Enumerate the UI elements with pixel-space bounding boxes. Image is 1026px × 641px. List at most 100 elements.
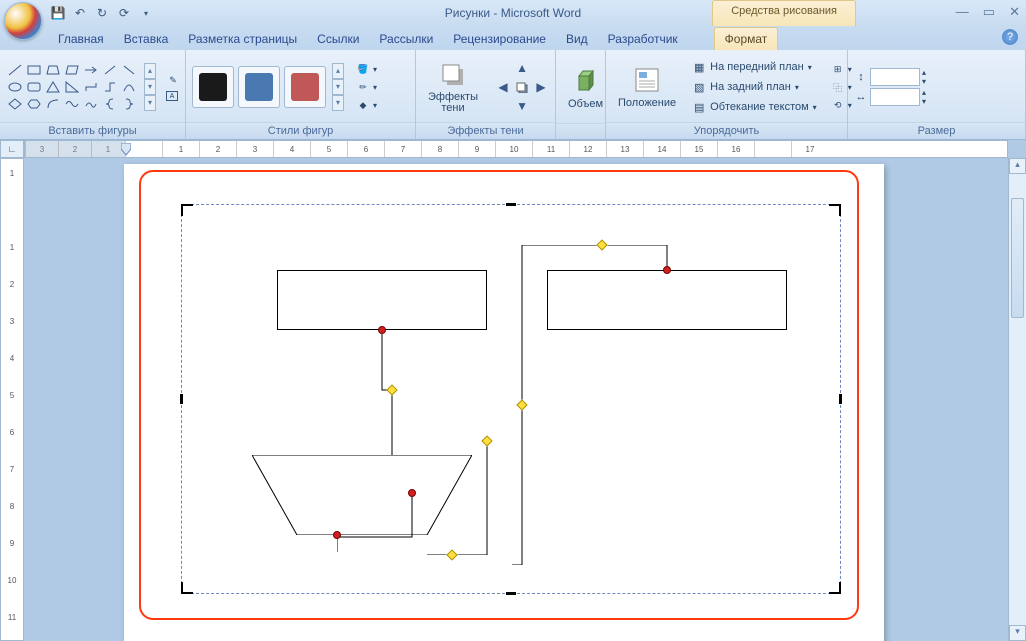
shape-ellipse-icon[interactable]: [6, 79, 24, 95]
sel-handle-r[interactable]: [839, 394, 842, 404]
shape-trap-icon[interactable]: [44, 62, 62, 78]
ruler-corner[interactable]: ∟: [0, 140, 24, 158]
height-input[interactable]: [870, 68, 920, 86]
tab-view[interactable]: Вид: [556, 28, 598, 50]
3d-effects-button[interactable]: Объем: [562, 64, 609, 112]
sel-corner-tl[interactable]: [181, 204, 193, 216]
nudge-down-icon[interactable]: ▼: [513, 97, 531, 115]
shape-diag2-icon[interactable]: [120, 62, 138, 78]
shadow-effects-button[interactable]: Эффекты тени: [422, 58, 484, 116]
shape-hex-icon[interactable]: [25, 96, 43, 112]
minimize-button[interactable]: —: [956, 4, 969, 20]
spin-down-icon[interactable]: ▾: [922, 97, 926, 106]
sel-handle-b[interactable]: [506, 592, 516, 595]
connect-node[interactable]: [333, 531, 341, 539]
tab-mailings[interactable]: Рассылки: [369, 28, 443, 50]
connect-node[interactable]: [408, 489, 416, 497]
shape-conn2-icon[interactable]: [101, 79, 119, 95]
help-button[interactable]: ?: [1002, 29, 1018, 45]
shape-brace2-icon[interactable]: [120, 96, 138, 112]
shape-conn-icon[interactable]: [82, 79, 100, 95]
drawing-canvas[interactable]: [139, 170, 859, 620]
shape-curve-icon[interactable]: [120, 79, 138, 95]
scroll-up-icon[interactable]: ▴: [1009, 158, 1026, 174]
bring-front-button[interactable]: ▦На передний план▾: [690, 58, 819, 76]
text-box-button[interactable]: A: [164, 90, 182, 102]
shadow-toggle-icon[interactable]: [513, 78, 531, 96]
width-spinner[interactable]: ↔▴▾: [854, 88, 926, 106]
shape-rect-icon[interactable]: [25, 62, 43, 78]
shape-rtri-icon[interactable]: [63, 79, 81, 95]
undo-icon[interactable]: ↶: [70, 3, 90, 23]
qat-customize-icon[interactable]: ▾: [136, 3, 156, 23]
shape-arc-icon[interactable]: [44, 96, 62, 112]
sel-corner-bl[interactable]: [181, 582, 193, 594]
width-input[interactable]: [870, 88, 920, 106]
vertical-ruler[interactable]: 11234567891011: [0, 158, 24, 641]
tab-developer[interactable]: Разработчик: [598, 28, 688, 50]
nudge-left-icon[interactable]: ◀: [494, 78, 512, 96]
shape-brace-icon[interactable]: [101, 96, 119, 112]
sel-corner-br[interactable]: [829, 582, 841, 594]
connector-3[interactable]: [427, 440, 497, 555]
maximize-button[interactable]: ▭: [983, 4, 995, 20]
connector-4[interactable]: [512, 245, 672, 565]
style-swatch-2[interactable]: [238, 66, 280, 108]
shape-arrow-icon[interactable]: [82, 62, 100, 78]
text-wrap-button[interactable]: ▤Обтекание текстом▾: [690, 98, 819, 116]
shape-roundrect-icon[interactable]: [25, 79, 43, 95]
horizontal-ruler[interactable]: 321 1234567891011121314151617: [24, 140, 1008, 158]
shape-wave-icon[interactable]: [63, 96, 81, 112]
shape-rectangle-1[interactable]: [277, 270, 487, 330]
gallery-more-icon[interactable]: ▾: [144, 95, 156, 111]
tab-home[interactable]: Главная: [48, 28, 114, 50]
sel-handle-t[interactable]: [506, 203, 516, 206]
repeat-icon[interactable]: ⟳: [114, 3, 134, 23]
shape-para-icon[interactable]: [63, 62, 81, 78]
scroll-thumb[interactable]: [1011, 198, 1024, 318]
close-button[interactable]: ✕: [1009, 4, 1020, 20]
save-icon[interactable]: 💾: [48, 3, 68, 23]
shape-line-icon[interactable]: [6, 62, 24, 78]
tab-page-layout[interactable]: Разметка страницы: [178, 28, 307, 50]
shape-tri-icon[interactable]: [44, 79, 62, 95]
style-swatch-1[interactable]: [192, 66, 234, 108]
selection-box[interactable]: [181, 204, 841, 594]
shape-fill-button[interactable]: 🪣▾: [354, 61, 379, 77]
shape-outline-button[interactable]: ✏▾: [354, 79, 379, 95]
shape-free-icon[interactable]: [82, 96, 100, 112]
shape-diamond-icon[interactable]: [6, 96, 24, 112]
gallery-up-icon[interactable]: ▴: [144, 63, 156, 79]
send-back-button[interactable]: ▧На задний план▾: [690, 78, 819, 96]
office-button[interactable]: [4, 2, 42, 40]
gallery-down-icon[interactable]: ▾: [144, 79, 156, 95]
shape-diag-icon[interactable]: [101, 62, 119, 78]
spin-up-icon[interactable]: ▴: [922, 88, 926, 97]
nudge-right-icon[interactable]: ▶: [532, 78, 550, 96]
edit-shape-button[interactable]: ✎: [164, 72, 182, 88]
redo-icon[interactable]: ↻: [92, 3, 112, 23]
connect-node[interactable]: [378, 326, 386, 334]
style-up-icon[interactable]: ▴: [332, 63, 344, 79]
scroll-down-icon[interactable]: ▾: [1009, 625, 1026, 641]
height-spinner[interactable]: ↕▴▾: [854, 68, 926, 86]
spin-up-icon[interactable]: ▴: [922, 68, 926, 77]
connect-node[interactable]: [663, 266, 671, 274]
document-scroll[interactable]: ▴ ▾: [24, 158, 1026, 641]
tab-insert[interactable]: Вставка: [114, 28, 179, 50]
tab-references[interactable]: Ссылки: [307, 28, 369, 50]
style-down-icon[interactable]: ▾: [332, 79, 344, 95]
indent-marker-icon[interactable]: [121, 143, 131, 157]
sel-handle-l[interactable]: [180, 394, 183, 404]
spin-down-icon[interactable]: ▾: [922, 77, 926, 86]
tab-review[interactable]: Рецензирование: [443, 28, 556, 50]
vertical-scrollbar[interactable]: ▴ ▾: [1008, 158, 1026, 641]
position-button[interactable]: Положение: [612, 63, 682, 111]
style-more-icon[interactable]: ▾: [332, 95, 344, 111]
nudge-up-icon[interactable]: ▲: [513, 59, 531, 77]
change-shape-button[interactable]: ◆▾: [354, 97, 379, 113]
tab-format[interactable]: Формат: [714, 27, 779, 50]
sel-corner-tr[interactable]: [829, 204, 841, 216]
style-swatch-3[interactable]: [284, 66, 326, 108]
shapes-gallery[interactable]: [6, 62, 138, 112]
